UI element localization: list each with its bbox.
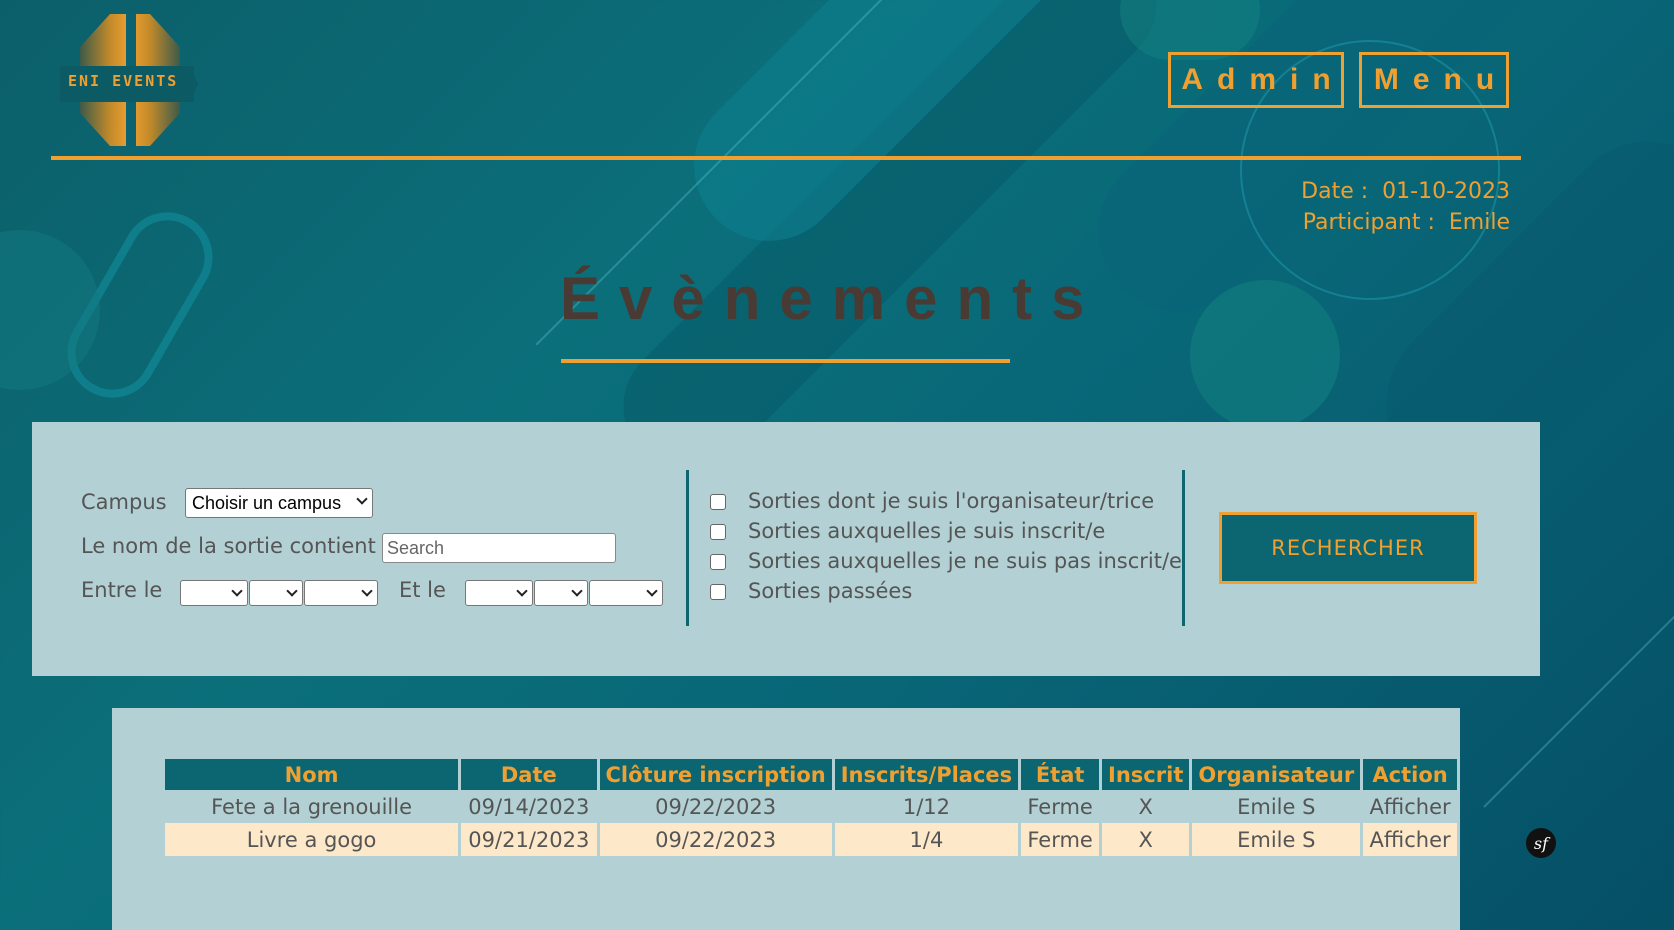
column-header[interactable]: Nom xyxy=(165,759,459,790)
menu-button[interactable]: Menu xyxy=(1359,52,1509,108)
events-table-panel: Nom Date Clôture inscription Inscrits/Pl… xyxy=(112,708,1460,930)
event-state: Ferme xyxy=(1021,823,1100,856)
column-header[interactable]: Inscrits/Places xyxy=(834,759,1019,790)
registered-checkbox-label: Sorties auxquelles je suis inscrit/e xyxy=(748,519,1106,543)
table-header-row: Nom Date Clôture inscription Inscrits/Pl… xyxy=(165,759,1457,790)
start-month-select[interactable] xyxy=(249,580,303,606)
column-header[interactable]: Clôture inscription xyxy=(599,759,832,790)
registration-deadline: 09/22/2023 xyxy=(599,823,832,856)
registration-deadline: 09/22/2023 xyxy=(655,794,777,819)
date-label: Date : xyxy=(1301,179,1369,204)
chevron-down-icon xyxy=(571,585,583,597)
symfony-icon[interactable]: sf xyxy=(1526,828,1556,858)
table-row: Fete a la grenouille 09/14/2023 09/22/20… xyxy=(165,790,1457,823)
name-filter-label: Le nom de la sortie contient xyxy=(81,534,376,558)
organizer: Emile S xyxy=(1192,823,1361,856)
participant-value: Emile xyxy=(1448,210,1510,235)
end-day-select[interactable] xyxy=(465,580,533,606)
column-header[interactable]: État xyxy=(1021,759,1100,790)
participant-label: Participant : xyxy=(1302,210,1435,235)
event-state: Ferme xyxy=(1027,794,1093,819)
registered-places: 1/4 xyxy=(834,823,1019,856)
organizer: Emile S xyxy=(1237,794,1316,819)
past-events-checkbox[interactable] xyxy=(710,584,726,600)
campus-select[interactable]: Choisir un campus xyxy=(185,488,373,518)
event-name: Fete a la grenouille xyxy=(211,794,413,819)
end-year-select[interactable] xyxy=(589,580,663,606)
column-header[interactable]: Inscrit xyxy=(1102,759,1190,790)
name-search-input[interactable]: Search xyxy=(382,533,616,563)
campus-select-value: Choisir un campus xyxy=(192,492,342,513)
admin-button[interactable]: Admin xyxy=(1168,52,1344,108)
and-label: Et le xyxy=(399,578,446,602)
title-underline xyxy=(561,359,1010,363)
column-header[interactable]: Date xyxy=(461,759,597,790)
chevron-down-icon xyxy=(356,493,368,505)
events-table: Nom Date Clôture inscription Inscrits/Pl… xyxy=(162,759,1460,856)
filter-divider xyxy=(1182,470,1185,626)
not-registered-checkbox[interactable] xyxy=(710,554,726,570)
table-row: Livre a gogo 09/21/2023 09/22/2023 1/4 F… xyxy=(165,823,1457,856)
chevron-down-icon xyxy=(646,585,658,597)
end-month-select[interactable] xyxy=(534,580,588,606)
filter-panel: Campus Choisir un campus Le nom de la so… xyxy=(32,422,1540,676)
past-events-checkbox-label: Sorties passées xyxy=(748,579,913,603)
event-name: Livre a gogo xyxy=(165,823,459,856)
user-info: Date : 01-10-2023 Participant : Emile xyxy=(1301,176,1510,238)
column-header[interactable]: Action xyxy=(1363,759,1457,790)
filter-divider xyxy=(686,470,689,626)
event-date: 09/21/2023 xyxy=(461,823,597,856)
column-header[interactable]: Organisateur xyxy=(1192,759,1361,790)
event-date: 09/14/2023 xyxy=(468,794,590,819)
organizer-checkbox[interactable] xyxy=(710,494,726,510)
eni-events-logo[interactable]: ENI EVENTS xyxy=(60,14,198,146)
header-divider xyxy=(51,156,1521,160)
show-link[interactable]: Afficher xyxy=(1363,823,1457,856)
search-button[interactable]: RECHERCHER xyxy=(1219,512,1477,584)
page-title: Évènements xyxy=(560,265,1104,332)
campus-label: Campus xyxy=(81,490,167,514)
organizer-checkbox-label: Sorties dont je suis l'organisateur/tric… xyxy=(748,489,1155,513)
chevron-down-icon xyxy=(231,585,243,597)
chevron-down-icon xyxy=(516,585,528,597)
search-placeholder: Search xyxy=(387,537,445,558)
start-year-select[interactable] xyxy=(304,580,378,606)
chevron-down-icon xyxy=(361,585,373,597)
date-value: 01-10-2023 xyxy=(1382,179,1510,204)
registered-places: 1/12 xyxy=(902,794,951,819)
not-registered-checkbox-label: Sorties auxquelles je ne suis pas inscri… xyxy=(748,549,1182,573)
chevron-down-icon xyxy=(286,585,298,597)
registered-checkbox[interactable] xyxy=(710,524,726,540)
logo-text: ENI EVENTS xyxy=(68,72,179,90)
start-day-select[interactable] xyxy=(180,580,248,606)
between-label: Entre le xyxy=(81,578,163,602)
registered-mark: X xyxy=(1102,823,1190,856)
registered-mark: X xyxy=(1138,794,1153,819)
show-link[interactable]: Afficher xyxy=(1363,790,1457,823)
